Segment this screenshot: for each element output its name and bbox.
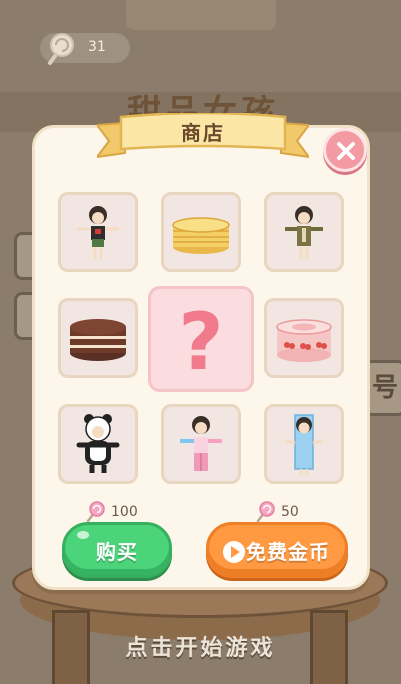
question-mark-icon: ? xyxy=(178,298,223,388)
cherry-roll-cake-icon xyxy=(276,319,332,362)
shop-item-pancake-stack[interactable] xyxy=(161,192,241,272)
free-price: 50 xyxy=(253,500,323,524)
shop-item-cherry-roll-cake[interactable] xyxy=(264,298,344,378)
background-frame xyxy=(126,0,276,30)
close-icon xyxy=(337,142,355,160)
buy-price-value: 100 xyxy=(111,504,138,520)
shop-item-girl-outfit-olive[interactable] xyxy=(264,192,344,272)
chocolate-cake-icon xyxy=(70,319,126,361)
girl-outfit-black-red-icon xyxy=(77,206,119,259)
buy-price: 100 xyxy=(83,500,153,524)
lollipop-icon xyxy=(48,33,74,65)
panda-outfit-icon xyxy=(76,414,120,473)
blue-box-outfit-icon xyxy=(284,414,324,475)
girl-outfit-olive-icon xyxy=(285,206,323,259)
shop-item-girl-outfit-rainbow[interactable] xyxy=(161,404,241,484)
play-icon xyxy=(223,541,245,563)
free-coins-label: 免费金币 xyxy=(246,540,330,564)
buy-button[interactable]: 购买 xyxy=(62,522,172,578)
buy-button-label: 购买 xyxy=(96,540,138,564)
shop-item-mystery-selected[interactable]: ? xyxy=(148,286,254,392)
rainbow-outfit-icon xyxy=(180,416,222,471)
button-gloss xyxy=(77,531,89,539)
close-button[interactable] xyxy=(323,128,367,172)
shop-item-girl-outfit-panda[interactable] xyxy=(58,404,138,484)
start-game-prompt[interactable]: 点击开始游戏 xyxy=(0,630,401,662)
free-price-value: 50 xyxy=(281,504,299,520)
shop-item-girl-outfit-blue-box[interactable] xyxy=(264,404,344,484)
shop-item-chocolate-cake[interactable] xyxy=(58,298,138,378)
lollipop-icon xyxy=(256,501,275,523)
svg-text:?: ? xyxy=(178,298,223,388)
shop-item-girl-outfit-black-red[interactable] xyxy=(58,192,138,272)
pancake-stack-icon xyxy=(172,217,230,254)
coin-counter: 31 xyxy=(40,33,130,65)
free-coins-button[interactable]: 免费金币 xyxy=(206,522,348,578)
lollipop-icon xyxy=(86,501,105,523)
coin-count: 31 xyxy=(88,39,106,55)
shop-title: 商店 xyxy=(181,121,225,145)
